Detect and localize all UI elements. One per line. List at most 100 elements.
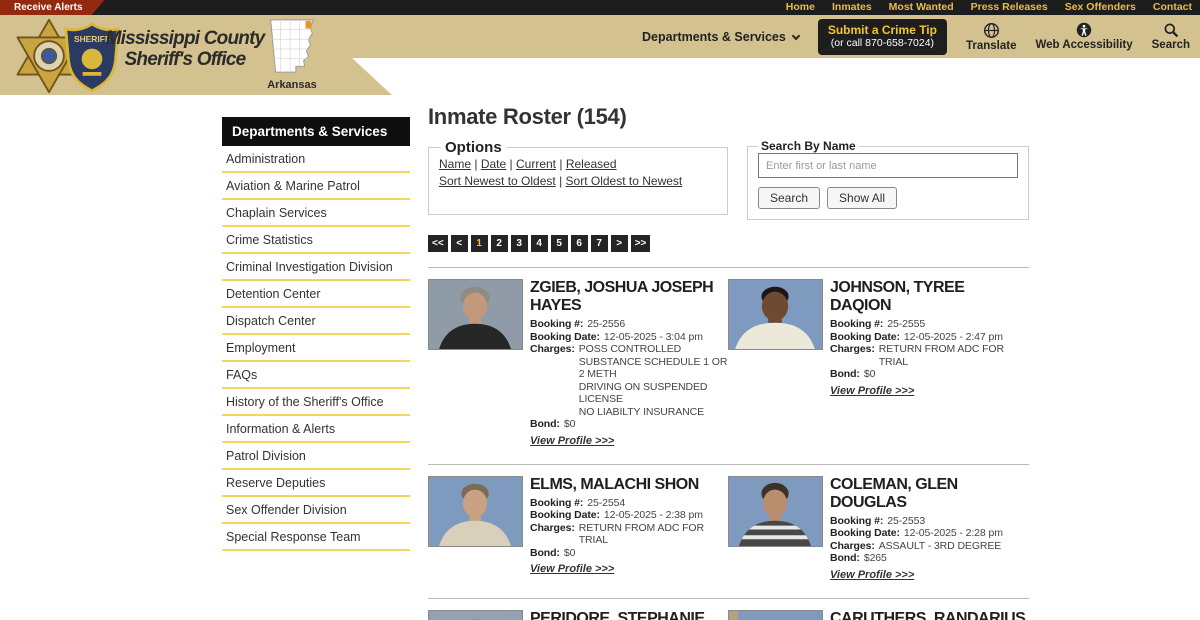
sidebar-item-reserve-deputies[interactable]: Reserve Deputies: [222, 470, 410, 497]
search-by-name-legend: Search By Name: [761, 139, 856, 153]
charges-label: Charges:: [830, 539, 875, 552]
filter-links: Name | Date | Current | Released: [439, 156, 717, 173]
sort-oldest-link[interactable]: Sort Oldest to Newest: [566, 174, 683, 188]
sidebar-item-detention-center[interactable]: Detention Center: [222, 281, 410, 308]
page-last-button[interactable]: >>: [630, 235, 651, 252]
nav-home[interactable]: Home: [786, 0, 815, 15]
booking-no-value: 25-2555: [887, 318, 926, 330]
filter-current-link[interactable]: Current: [516, 157, 556, 171]
mugshot-photo[interactable]: [728, 279, 823, 350]
inmate-name[interactable]: COLEMAN, GLEN DOUGLAS: [830, 476, 1028, 512]
view-profile-link[interactable]: View Profile >>>: [530, 563, 614, 575]
sidebar-item-special-response-team[interactable]: Special Response Team: [222, 524, 410, 551]
sidebar-item-faqs[interactable]: FAQs: [222, 362, 410, 389]
bond-value: $0: [563, 418, 576, 430]
mugshot-photo[interactable]: [728, 475, 823, 547]
filters-row: Options Name | Date | Current | Released…: [428, 139, 1029, 220]
nav-sex-offenders[interactable]: Sex Offenders: [1065, 0, 1136, 15]
charges-label: Charges:: [830, 343, 875, 355]
site-search-button[interactable]: Search: [1152, 22, 1190, 51]
crime-tip-title: Submit a Crime Tip: [827, 22, 937, 37]
booking-date-label: Booking Date:: [530, 509, 600, 521]
search-button[interactable]: Search: [758, 187, 821, 209]
inmate-info: CARUTHERS, RANDARIUS MALIK: [830, 610, 1028, 620]
booking-no-value: 25-2553: [887, 514, 926, 527]
booking-no-value: 25-2554: [587, 496, 626, 509]
filter-date-link[interactable]: Date: [481, 157, 506, 171]
accessibility-label: Web Accessibility: [1035, 39, 1133, 51]
options-box: Options Name | Date | Current | Released…: [428, 139, 728, 215]
page-6-button[interactable]: 6: [570, 235, 588, 252]
receive-alerts-button[interactable]: Receive Alerts: [0, 0, 105, 15]
inmate-name[interactable]: JOHNSON, TYREE DAQION: [830, 279, 1028, 315]
page-4-button[interactable]: 4: [530, 235, 548, 252]
filter-name-link[interactable]: Name: [439, 157, 471, 171]
sidebar-item-administration[interactable]: Administration: [222, 146, 410, 173]
submit-crime-tip-button[interactable]: Submit a Crime Tip (or call 870-658-7024…: [817, 18, 947, 55]
page-first-button[interactable]: <<: [428, 235, 448, 252]
translate-button[interactable]: Translate: [966, 22, 1016, 52]
name-search-input[interactable]: [758, 153, 1018, 178]
bond-label: Bond:: [830, 368, 860, 380]
charges-value: RETURN FROM ADC FOR TRIAL: [578, 521, 704, 547]
sort-links: Sort Newest to Oldest | Sort Oldest to N…: [439, 173, 717, 190]
inmate-card-caruthers: CARUTHERS, RANDARIUS MALIK: [728, 609, 1028, 620]
booking-no-label: Booking #:: [530, 496, 584, 509]
header-nav: Departments & Services Submit a Crime Ti…: [642, 15, 1200, 58]
mugshot-photo[interactable]: [428, 475, 523, 547]
sort-newest-link[interactable]: Sort Newest to Oldest: [439, 174, 556, 188]
web-accessibility-button[interactable]: Web Accessibility: [1035, 22, 1133, 51]
view-profile-link[interactable]: View Profile >>>: [830, 385, 914, 397]
inmate-card-peridore: PERIDORE, STEPHANIE RENEE: [428, 609, 728, 620]
nav-contact[interactable]: Contact: [1153, 0, 1192, 15]
mugshot-photo[interactable]: [428, 609, 523, 620]
sidebar-item-employment[interactable]: Employment: [222, 335, 410, 362]
state-label: Arkansas: [267, 79, 317, 91]
sidebar-item-aviation-marine-patrol[interactable]: Aviation & Marine Patrol: [222, 173, 410, 200]
page-next-button[interactable]: >: [610, 235, 628, 252]
page-7-button[interactable]: 7: [590, 235, 608, 252]
sidebar-item-history[interactable]: History of the Sheriff's Office: [222, 389, 410, 416]
site-search-label: Search: [1151, 39, 1190, 51]
nav-press-releases[interactable]: Press Releases: [971, 0, 1048, 15]
page-title: Inmate Roster (154): [428, 104, 627, 129]
sidebar-item-patrol-division[interactable]: Patrol Division: [222, 443, 410, 470]
bond-value: $0: [863, 368, 876, 380]
page-1-button[interactable]: 1: [470, 235, 488, 252]
mugshot-photo[interactable]: [428, 279, 523, 350]
inmate-info: ZGIEB, JOSHUA JOSEPH HAYES Booking #: 25-…: [530, 279, 728, 449]
nav-most-wanted[interactable]: Most Wanted: [889, 0, 954, 15]
sidebar-item-sex-offender-division[interactable]: Sex Offender Division: [222, 497, 410, 524]
inmate-name[interactable]: CARUTHERS, RANDARIUS MALIK: [830, 610, 1028, 620]
options-legend: Options: [445, 139, 502, 156]
page-3-button[interactable]: 3: [510, 235, 528, 252]
sidebar-item-chaplain-services[interactable]: Chaplain Services: [222, 200, 410, 227]
bond-value: $0: [563, 546, 576, 559]
page-2-button[interactable]: 2: [490, 235, 508, 252]
departments-dropdown-label: Departments & Services: [642, 29, 786, 44]
inmate-info: PERIDORE, STEPHANIE RENEE: [530, 610, 728, 620]
pagination: << < 1 2 3 4 5 6 7 > >>: [428, 235, 1029, 252]
departments-services-dropdown[interactable]: Departments & Services: [642, 29, 801, 44]
sidebar-item-crime-statistics[interactable]: Crime Statistics: [222, 227, 410, 254]
filter-released-link[interactable]: Released: [566, 157, 617, 171]
sidebar-item-criminal-investigation-division[interactable]: Criminal Investigation Division: [222, 254, 410, 281]
inmate-name[interactable]: PERIDORE, STEPHANIE RENEE: [530, 610, 728, 620]
page-5-button[interactable]: 5: [550, 235, 568, 252]
show-all-button[interactable]: Show All: [827, 187, 898, 209]
nav-inmates[interactable]: Inmates: [832, 0, 872, 15]
agency-name: Mississippi County Sheriff's Office: [104, 28, 266, 70]
mugshot-photo[interactable]: [728, 609, 823, 620]
roster-row: ELMS, MALACHI SHON Booking #: 25-2554 Boo…: [428, 465, 1029, 583]
main-content: Inmate Roster (154) Options Name | Date …: [428, 104, 1029, 620]
top-utility-bar: Receive Alerts Home Inmates Most Wanted …: [0, 0, 1200, 15]
page-prev-button[interactable]: <: [450, 235, 468, 252]
inmate-roster-page: Receive Alerts Home Inmates Most Wanted …: [0, 0, 1200, 620]
view-profile-link[interactable]: View Profile >>>: [830, 569, 914, 581]
sidebar-item-information-alerts[interactable]: Information & Alerts: [222, 416, 410, 443]
sidebar-item-dispatch-center[interactable]: Dispatch Center: [222, 308, 410, 335]
separator: |: [559, 174, 563, 188]
inmate-name[interactable]: ELMS, MALACHI SHON: [530, 476, 728, 494]
inmate-name[interactable]: ZGIEB, JOSHUA JOSEPH HAYES: [530, 279, 728, 315]
view-profile-link[interactable]: View Profile >>>: [530, 435, 614, 447]
